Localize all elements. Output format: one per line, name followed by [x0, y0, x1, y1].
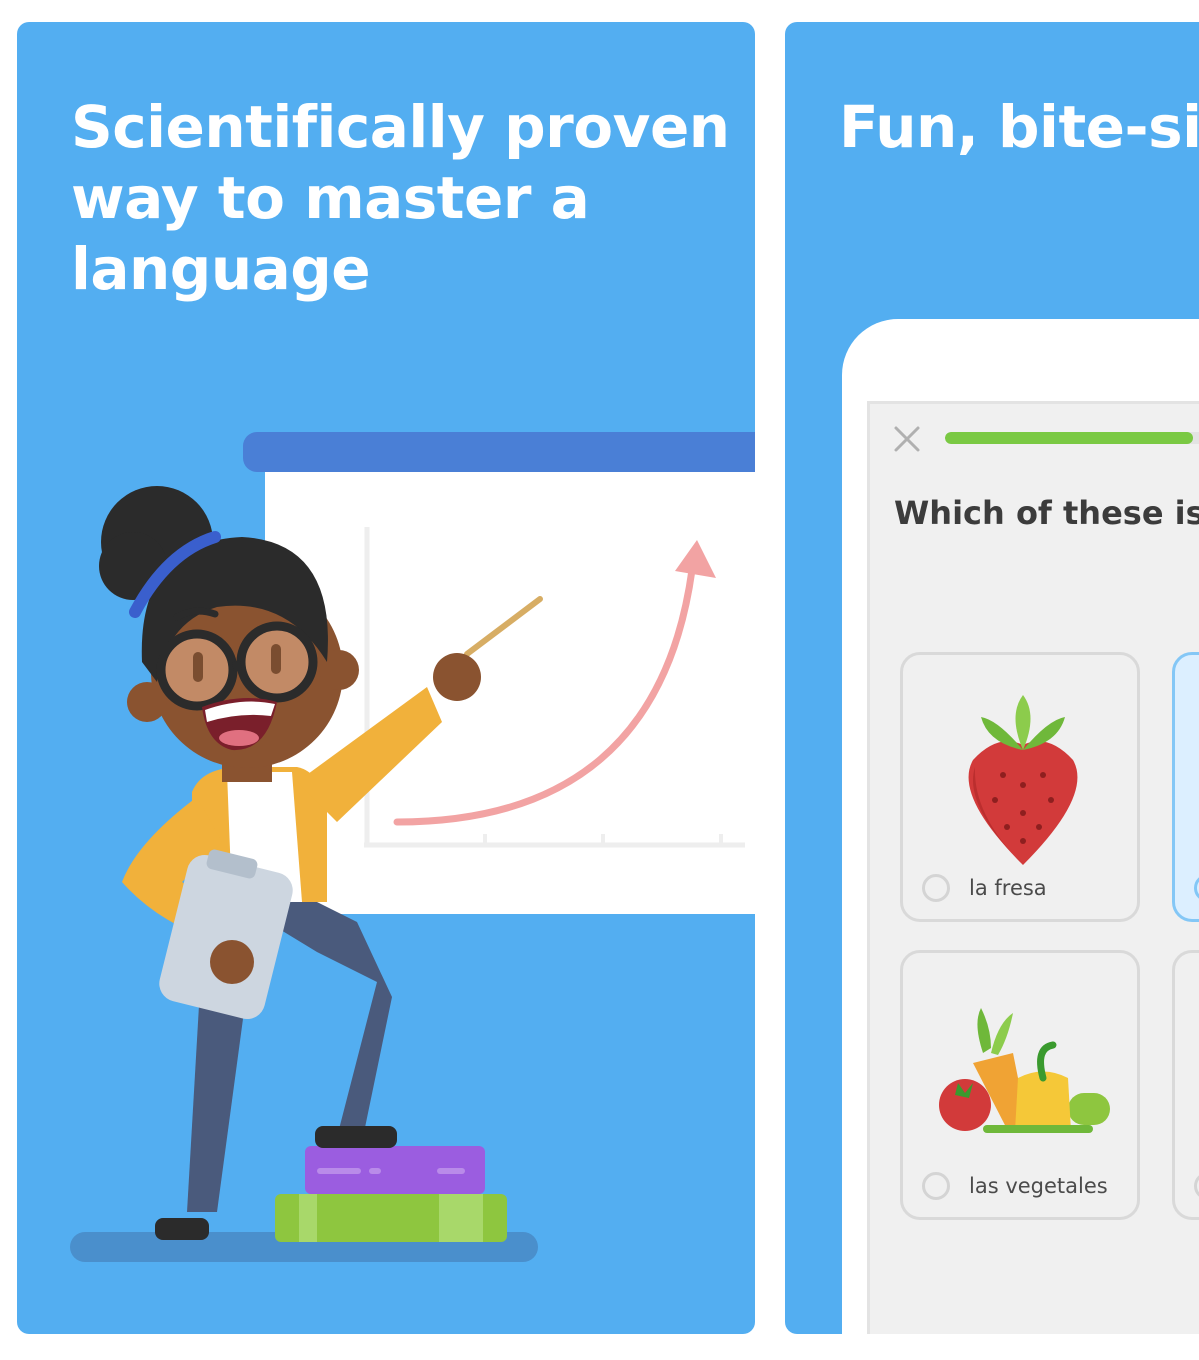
- answer-option-selected[interactable]: [1172, 652, 1199, 922]
- option-radio[interactable]: [1194, 874, 1199, 902]
- answer-option-las-vegetales[interactable]: las vegetales: [900, 950, 1140, 1220]
- promo-card-fun-bite-sized: Fun, bite-sized Which of these is “the s…: [785, 22, 1199, 1334]
- question-text: Which of these is “the strawberry”?: [894, 494, 1199, 532]
- promo-card-scientifically-proven: Scientifically proven way to master a la…: [17, 22, 755, 1334]
- lesson-screen: Which of these is “the strawberry”?: [867, 401, 1199, 1334]
- card-headline: Fun, bite-sized: [839, 92, 1199, 163]
- answer-option-fourth[interactable]: [1172, 950, 1199, 1220]
- close-icon[interactable]: [892, 424, 922, 454]
- lesson-progress-bar: [945, 432, 1199, 444]
- answer-option-la-fresa[interactable]: la fresa: [900, 652, 1140, 922]
- headline-line: Fun, bite-sized: [839, 93, 1199, 161]
- option-label: las vegetales: [969, 1174, 1108, 1198]
- option-radio[interactable]: [1194, 1172, 1199, 1200]
- teacher-illustration: [70, 432, 755, 1262]
- phone-mockup: Which of these is “the strawberry”?: [842, 319, 1199, 1334]
- option-label: la fresa: [969, 876, 1047, 900]
- books-icon: [275, 1146, 507, 1242]
- lesson-progress-fill: [945, 432, 1193, 444]
- option-radio[interactable]: [922, 874, 950, 902]
- option-radio[interactable]: [922, 1172, 950, 1200]
